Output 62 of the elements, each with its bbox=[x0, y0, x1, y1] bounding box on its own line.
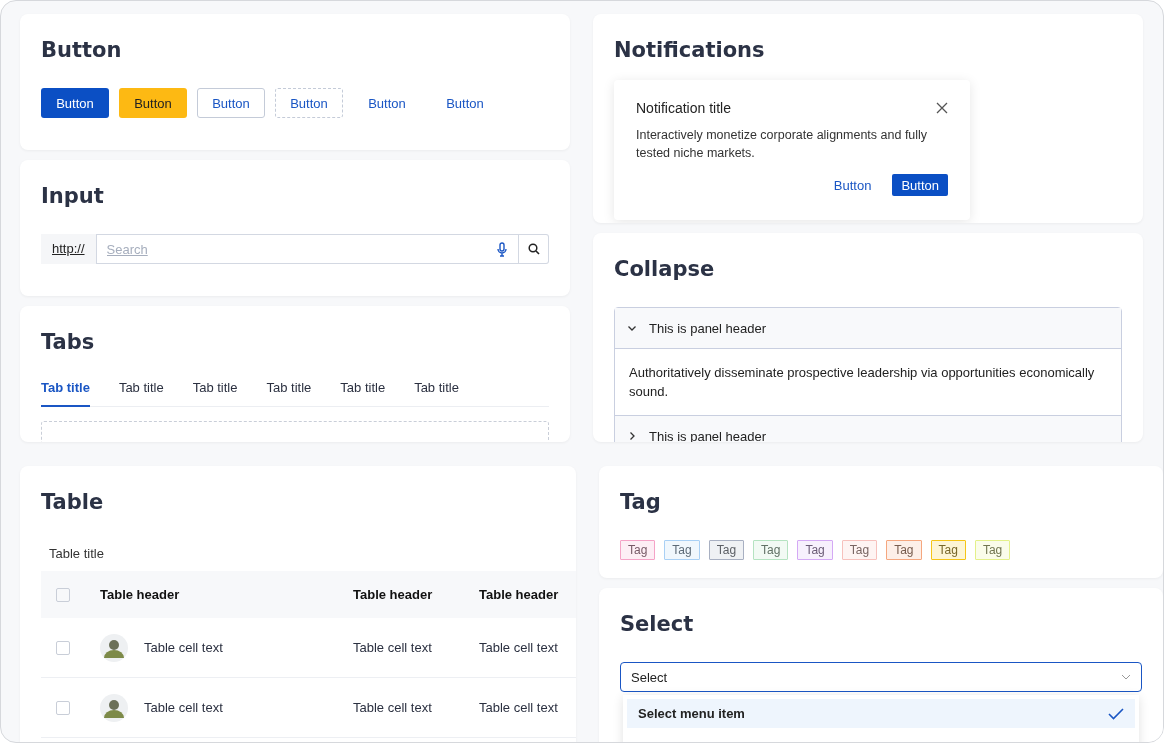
button[interactable]: Button bbox=[119, 88, 187, 118]
url-prefix: http:// bbox=[41, 234, 96, 264]
tag: Tag bbox=[930, 540, 966, 560]
table-cell-text: Table cell text bbox=[478, 640, 559, 655]
checkbox[interactable] bbox=[56, 640, 70, 655]
table-cell-text: Table cell text bbox=[478, 700, 559, 715]
section-title: Tag bbox=[620, 489, 662, 516]
tab[interactable]: Tab title bbox=[266, 380, 312, 407]
close-icon[interactable] bbox=[936, 102, 948, 114]
panel-header[interactable]: This is panel header bbox=[615, 308, 1121, 349]
tag: Tag bbox=[753, 540, 789, 560]
tag: Tag bbox=[797, 540, 833, 560]
search-button[interactable] bbox=[519, 234, 549, 264]
select-value: Select bbox=[631, 669, 668, 685]
button[interactable]: Button bbox=[824, 174, 881, 196]
tab[interactable]: Tab title bbox=[41, 380, 90, 407]
table-cell: Table cell text bbox=[144, 640, 223, 655]
tag: Tag bbox=[886, 540, 922, 560]
button[interactable]: Button bbox=[353, 88, 421, 118]
section-title: Input bbox=[41, 183, 105, 210]
chevron-icon bbox=[1121, 674, 1131, 680]
tab[interactable]: Tab title bbox=[340, 380, 386, 407]
tab[interactable]: Tab title bbox=[118, 380, 164, 407]
panel-header-text: This is panel header bbox=[649, 320, 767, 336]
check-icon bbox=[1108, 707, 1124, 720]
tag: Tag bbox=[841, 540, 878, 560]
section-title: Select bbox=[620, 611, 695, 638]
section-title: Table bbox=[41, 489, 105, 516]
tab[interactable]: Tab title bbox=[192, 380, 238, 407]
tag: Tag bbox=[708, 540, 745, 560]
table-header: Table header bbox=[352, 587, 434, 602]
search-field[interactable]: Search bbox=[95, 234, 519, 264]
avatar bbox=[100, 633, 128, 662]
tag: Tag bbox=[620, 540, 656, 560]
table-cell-text: Table cell text bbox=[352, 700, 433, 715]
section-title: Tabs bbox=[41, 329, 96, 356]
microphone-icon[interactable] bbox=[497, 242, 507, 257]
checkbox[interactable] bbox=[56, 587, 70, 602]
section-title: Notifications bbox=[614, 37, 766, 64]
menu-item-text: Select menu item bbox=[638, 706, 745, 721]
menu-item[interactable]: Select menu item bbox=[627, 699, 1135, 728]
notification-message: Interactively monetize corporate alignments and fully tested niche markets. bbox=[636, 127, 929, 162]
table-cell-text: Table cell text bbox=[352, 640, 433, 655]
table-header: Table header bbox=[99, 587, 181, 602]
button[interactable]: Button bbox=[431, 88, 499, 118]
tab[interactable]: Tab title bbox=[414, 380, 459, 407]
section-title: Button bbox=[41, 37, 123, 64]
select-field[interactable]: Select bbox=[620, 662, 1142, 692]
button[interactable]: Button bbox=[892, 174, 948, 196]
tag: Tag bbox=[974, 540, 1011, 560]
section-title: Collapse bbox=[614, 256, 716, 283]
search-icon bbox=[527, 243, 540, 255]
table-title: Table title bbox=[49, 546, 105, 561]
button[interactable]: Button bbox=[197, 88, 265, 118]
checkbox[interactable] bbox=[56, 700, 70, 715]
button[interactable]: Button bbox=[41, 88, 109, 118]
button[interactable]: Button bbox=[275, 88, 343, 118]
notification-title: Notification title bbox=[636, 100, 731, 116]
table-cell: Table cell text bbox=[144, 700, 223, 715]
tag: Tag bbox=[664, 540, 700, 560]
avatar bbox=[100, 693, 128, 722]
table-header: Table header bbox=[478, 587, 560, 602]
